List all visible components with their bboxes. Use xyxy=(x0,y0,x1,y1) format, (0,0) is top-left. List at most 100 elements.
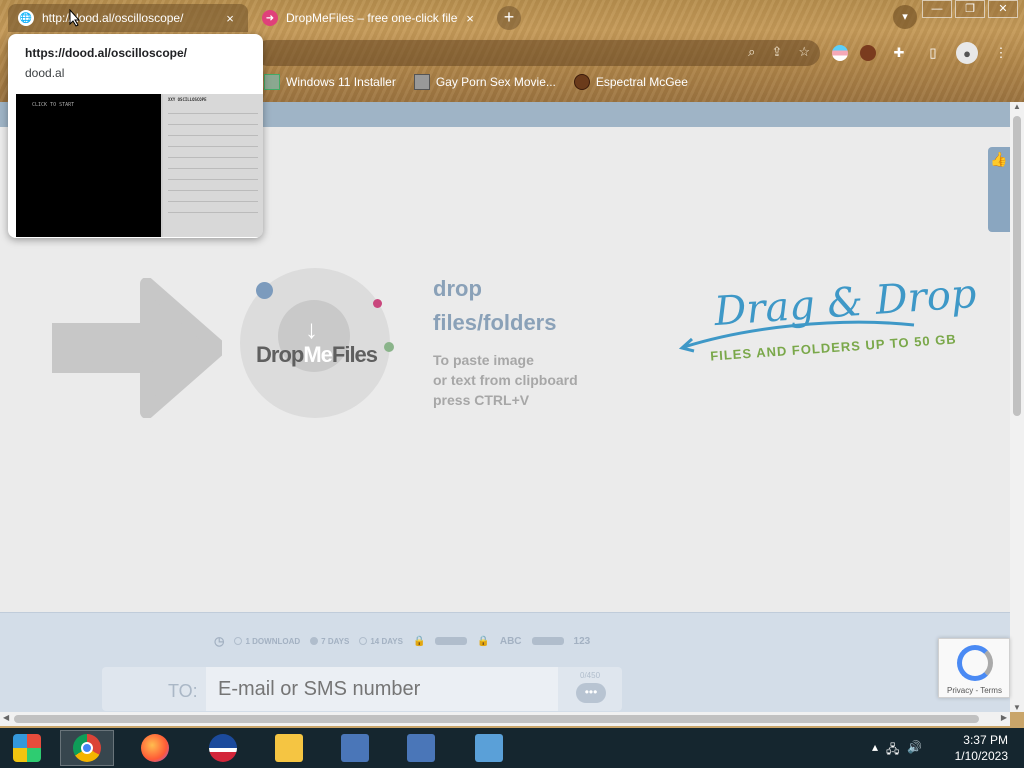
bookmarks-bar: Windows 11 Installer Gay Porn Sex Movie.… xyxy=(264,74,688,90)
logo-files: Files xyxy=(331,342,378,367)
chevron-down-icon[interactable]: ▾ xyxy=(893,5,917,29)
decor-dot-pink xyxy=(373,299,382,308)
close-window-button[interactable]: ✕ xyxy=(988,0,1018,18)
recaptcha-badge[interactable]: Privacy - Terms xyxy=(938,638,1010,698)
option-7-days[interactable]: 7 DAYS xyxy=(310,637,349,646)
preview-panel-title: XXY OSCILLOSCOPE xyxy=(168,97,207,102)
taskbar-chrome[interactable] xyxy=(60,730,114,766)
search-icon[interactable]: ⌕ xyxy=(748,44,755,60)
options-row: ◷ 1 DOWNLOAD 7 DAYS 14 DAYS 🔒 🔒 ABC 123 xyxy=(214,634,590,648)
logo-drop: Drop xyxy=(256,342,304,367)
mouse-cursor-icon xyxy=(69,9,81,27)
taskbar-app-2[interactable] xyxy=(394,730,448,766)
drop-title: drop files/folders xyxy=(433,272,556,340)
scroll-down-icon[interactable]: ▼ xyxy=(1013,703,1021,712)
windows-logo-icon xyxy=(13,734,41,762)
clock-icon: ◷ xyxy=(214,634,225,648)
start-button[interactable] xyxy=(0,730,54,766)
bookmark-label: Espectral McGee xyxy=(595,75,688,89)
option-label: 1 DOWNLOAD xyxy=(245,636,301,646)
new-tab-button[interactable]: + xyxy=(497,6,521,30)
scroll-thumb[interactable] xyxy=(14,715,979,723)
hovercard-preview: CLICK TO START XXY OSCILLOSCOPE xyxy=(16,94,263,237)
scroll-left-icon[interactable]: ◀ xyxy=(3,713,9,722)
send-panel: ◷ 1 DOWNLOAD 7 DAYS 14 DAYS 🔒 🔒 ABC 123 … xyxy=(0,612,1010,712)
tab-close-icon[interactable]: × xyxy=(222,11,238,26)
toolbar-icons: ✚ ▯ ● ⋮ xyxy=(832,42,1012,64)
address-bar[interactable]: ⌕ ⇪ ☆ xyxy=(255,40,820,66)
tab-oscilloscope[interactable]: 🌐 http://dood.al/oscilloscope/ × xyxy=(8,4,248,32)
chrome-icon xyxy=(73,734,101,762)
drag-drop-title: Drag & Drop xyxy=(712,270,978,336)
password-toggle[interactable] xyxy=(435,637,468,645)
folder-icon xyxy=(275,734,303,762)
bookmark-face-icon xyxy=(573,74,590,90)
clock-time: 3:37 PM xyxy=(963,733,1008,747)
volume-icon[interactable]: 🔊 xyxy=(907,740,922,761)
chevron-up-icon[interactable]: ▴ xyxy=(872,740,878,761)
bookmark-cube-icon xyxy=(413,74,430,90)
computer-icon xyxy=(407,734,435,762)
horizontal-scrollbar[interactable]: ◀ ▶ xyxy=(0,712,1010,726)
minimize-button[interactable]: — xyxy=(922,0,952,18)
recipient-box: TO: 0/450 ••• xyxy=(102,667,622,711)
taskbar-app-1[interactable] xyxy=(328,730,382,766)
tab-dropmefiles[interactable]: ➜ DropMeFiles – free one-click file × xyxy=(252,4,488,32)
option-label: 14 DAYS xyxy=(370,636,403,646)
network-icon[interactable]: 🖧 xyxy=(886,740,899,761)
taskbar-firefox[interactable] xyxy=(128,730,182,766)
decor-dot-green xyxy=(384,342,394,352)
scroll-right-icon[interactable]: ▶ xyxy=(1001,713,1007,722)
option-1-download[interactable]: 1 DOWNLOAD xyxy=(234,637,300,646)
lock-icon: 🔒 xyxy=(412,635,426,647)
star-icon[interactable]: ☆ xyxy=(798,44,810,60)
network-people-icon xyxy=(475,734,503,762)
drop-title-line1: drop xyxy=(433,276,482,301)
clock-date: 1/10/2023 xyxy=(954,749,1008,763)
scroll-thumb[interactable] xyxy=(1013,116,1021,416)
bookmark-movie[interactable]: Gay Porn Sex Movie... xyxy=(413,74,556,90)
taskbar-obama[interactable] xyxy=(196,730,250,766)
sidepanel-icon[interactable]: ▯ xyxy=(922,42,944,64)
paste-hint-line1: To paste image xyxy=(433,352,534,368)
tab-close-icon[interactable]: × xyxy=(462,11,478,26)
vertical-scrollbar[interactable]: ▲ ▼ xyxy=(1010,102,1024,712)
abc-label: ABC xyxy=(499,635,522,647)
bookmark-image-icon xyxy=(264,74,280,90)
scroll-up-icon[interactable]: ▲ xyxy=(1013,102,1021,111)
hovercard-domain: dood.al xyxy=(25,66,65,80)
lock-icon: 🔒 xyxy=(477,635,490,647)
preview-scope-screen: CLICK TO START xyxy=(16,94,161,237)
dropmefiles-icon: ➜ xyxy=(262,10,278,26)
profile-icon[interactable]: ● xyxy=(956,42,978,64)
puzzle-icon[interactable]: ✚ xyxy=(888,42,910,64)
dropmefiles-logo: DropMeFiles xyxy=(256,342,378,368)
system-tray: ▴ 🖧 🔊 xyxy=(872,740,922,761)
obama-logo-icon xyxy=(209,734,237,762)
link-type-toggle[interactable] xyxy=(531,637,564,645)
tab-hover-card: https://dood.al/oscilloscope/ dood.al CL… xyxy=(8,34,263,238)
taskbar-file-explorer[interactable] xyxy=(262,730,316,766)
bookmark-espectral[interactable]: Espectral McGee xyxy=(573,74,688,90)
taskbar-app-3[interactable] xyxy=(462,730,516,766)
extension-flag-icon[interactable] xyxy=(832,45,848,61)
drop-title-line2: files/folders xyxy=(433,310,557,335)
bookmark-windows11[interactable]: Windows 11 Installer xyxy=(264,74,396,90)
maximize-button[interactable]: ❐ xyxy=(955,0,985,18)
paste-hint: To paste image or text from clipboard pr… xyxy=(433,350,578,410)
to-label: TO: xyxy=(168,681,198,701)
globe-icon: 🌐 xyxy=(18,10,34,26)
extension-avatar-icon[interactable] xyxy=(860,45,876,61)
clock[interactable]: 3:37 PM 1/10/2023 xyxy=(944,732,1008,764)
thumbs-up-icon[interactable]: 👍 xyxy=(988,147,1010,232)
menu-icon[interactable]: ⋮ xyxy=(990,42,1012,64)
recaptcha-links[interactable]: Privacy - Terms xyxy=(947,686,1002,695)
num-label: 123 xyxy=(573,635,591,647)
option-14-days[interactable]: 14 DAYS xyxy=(359,637,403,646)
recaptcha-icon xyxy=(957,645,993,681)
share-icon[interactable]: ⇪ xyxy=(771,44,782,60)
tab-title: DropMeFiles – free one-click file xyxy=(286,11,458,25)
hovercard-url: https://dood.al/oscilloscope/ xyxy=(25,46,188,60)
recipient-input[interactable] xyxy=(206,667,558,711)
sms-bubble-icon[interactable]: ••• xyxy=(576,683,606,703)
